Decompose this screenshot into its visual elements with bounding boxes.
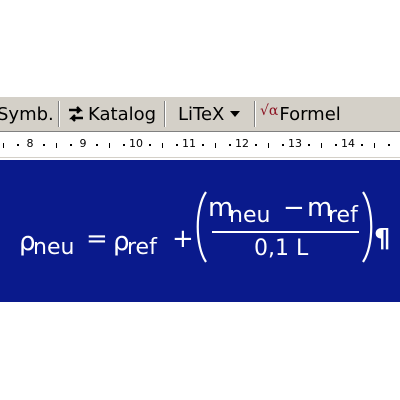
ruler-dot: [388, 144, 390, 146]
ruler-tick: [321, 143, 322, 148]
ruler-label: 8: [26, 137, 34, 150]
ruler-tick: [268, 143, 269, 148]
symb-button[interactable]: Symb.: [0, 100, 54, 128]
ruler-label: 13: [288, 137, 302, 150]
horizontal-ruler[interactable]: 8 9 10 11 12 13 14: [0, 132, 400, 158]
ruler-label: 12: [235, 137, 249, 150]
toolbar-separator: [164, 101, 166, 127]
litex-label: LiTeX: [178, 103, 225, 125]
katalog-button[interactable]: Katalog: [66, 100, 156, 128]
fraction-bar: [212, 231, 359, 233]
formula-toolbar: Symb. Katalog LiTeX √α Formel: [0, 96, 400, 132]
ruler-label: 10: [129, 137, 143, 150]
dropdown-arrow-icon: [230, 111, 241, 117]
ruler-dot: [255, 144, 257, 146]
ruler-dot: [202, 144, 204, 146]
litex-button[interactable]: LiTeX: [178, 100, 241, 128]
ruler-tick: [374, 143, 375, 148]
ruler-dot: [43, 144, 45, 146]
ruler-dot: [70, 144, 72, 146]
left-parenthesis: [196, 191, 207, 263]
subscript-neu: neu: [33, 235, 75, 260]
subscript-ref: ref: [328, 203, 358, 228]
ruler-tick: [215, 143, 216, 148]
equals-sign: =: [86, 224, 108, 254]
minus-sign: −: [283, 193, 305, 223]
pilcrow-mark: ¶: [374, 224, 391, 254]
ruler-dot: [361, 144, 363, 146]
ruler-dot: [96, 144, 98, 146]
plus-sign: +: [172, 224, 194, 254]
ruler-dot: [176, 144, 178, 146]
ruler-tick: [109, 143, 110, 148]
document-area[interactable]: ρ neu = ρ ref + m neu − m ref 0,1 L ¶: [0, 160, 400, 302]
formel-label: Formel: [279, 103, 341, 125]
subscript-neu: neu: [229, 203, 271, 228]
ruler-dot: [123, 144, 125, 146]
ruler-label: 11: [182, 137, 196, 150]
formel-button[interactable]: √α Formel: [260, 100, 341, 128]
ruler-dot: [308, 144, 310, 146]
katalog-label: Katalog: [88, 103, 157, 125]
toolbar-separator: [254, 101, 256, 127]
subscript-ref: ref: [127, 235, 157, 260]
ruler-tick: [56, 143, 57, 148]
ruler-dot: [17, 144, 19, 146]
ruler-dot: [335, 144, 337, 146]
ruler-tick: [3, 143, 4, 148]
swap-arrows-icon: [66, 104, 86, 124]
ruler-tick: [162, 143, 163, 148]
symb-label: Symb.: [0, 103, 54, 125]
ruler-label: 14: [341, 137, 355, 150]
denominator: 0,1 L: [254, 236, 309, 261]
ruler-dot: [282, 144, 284, 146]
ruler-dot: [229, 144, 231, 146]
ruler-dot: [149, 144, 151, 146]
sqrt-alpha-icon: √α: [260, 103, 279, 119]
ruler-label: 9: [79, 137, 87, 150]
toolbar-separator: [58, 101, 60, 127]
